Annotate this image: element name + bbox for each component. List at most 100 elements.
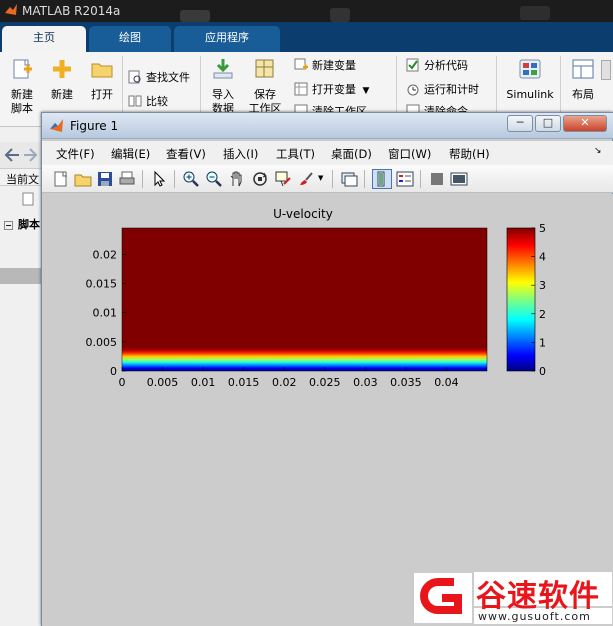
brush-dropdown-icon[interactable]: ▼: [318, 174, 323, 182]
menu-edit[interactable]: 编辑(E): [111, 146, 150, 162]
menu-file[interactable]: 文件(F): [56, 146, 95, 162]
close-button[interactable]: ✕: [563, 115, 607, 132]
open-file-icon[interactable]: [74, 170, 92, 188]
selected-row: [0, 268, 44, 284]
x-tick-label: 0: [119, 376, 126, 389]
legend-icon[interactable]: [396, 170, 414, 188]
compare-label: 比较: [146, 95, 168, 108]
open-variable-label: 打开变量: [312, 83, 356, 96]
zoom-in-icon[interactable]: [182, 170, 200, 188]
colorbar-tick-label: 1: [539, 336, 546, 349]
new-variable-label: 新建变量: [312, 59, 356, 72]
y-tick-label: 0.01: [93, 307, 118, 320]
x-tick-label: 0.02: [272, 376, 297, 389]
file-icon: [22, 192, 34, 206]
y-tick-label: 0.02: [93, 248, 118, 261]
new-variable-button[interactable]: 新建变量: [294, 58, 356, 73]
x-tick-label: 0.01: [191, 376, 216, 389]
run-and-time-icon: [407, 84, 419, 96]
run-and-time-button[interactable]: 运行和计时: [406, 82, 479, 97]
hide-plot-tools-icon[interactable]: [428, 170, 446, 188]
pan-icon[interactable]: [228, 170, 246, 188]
new-script-icon: [13, 59, 32, 79]
menu-insert[interactable]: 插入(I): [223, 146, 258, 162]
dock-arrow-icon[interactable]: ↘: [594, 146, 602, 156]
tab-apps[interactable]: 应用程序: [174, 26, 280, 52]
find-files-button[interactable]: 查找文件: [128, 70, 190, 85]
matlab-titlebar: MATLAB R2014a: [0, 0, 613, 22]
link-plot-icon[interactable]: [340, 170, 358, 188]
current-folder-label: 当前文: [6, 173, 39, 186]
figure-menubar: 文件(F) 编辑(E) 查看(V) 插入(I) 工具(T) 桌面(D) 窗口(W…: [42, 141, 613, 165]
folder-icon: [91, 63, 113, 78]
analyze-code-button[interactable]: 分析代码: [406, 58, 468, 73]
tab-home[interactable]: 主页: [2, 26, 86, 52]
compare-button[interactable]: 比较: [128, 94, 168, 109]
simulink-icon: [519, 59, 541, 79]
maximize-button[interactable]: □: [535, 115, 561, 132]
show-plot-tools-icon[interactable]: [450, 170, 468, 188]
simulink-label: Simulink: [506, 88, 554, 101]
new-script-button[interactable]: 新建 脚本: [6, 58, 38, 116]
layout-button[interactable]: 布局: [566, 58, 600, 102]
save-icon[interactable]: [96, 170, 114, 188]
heatmap-field: [122, 228, 487, 371]
menu-tools[interactable]: 工具(T): [276, 146, 315, 162]
folder-nav-bar: [0, 142, 44, 168]
forward-arrow-icon[interactable]: [24, 148, 38, 162]
x-tick-label: 0.03: [353, 376, 378, 389]
layout-label: 布局: [572, 88, 594, 101]
open-button[interactable]: 打开: [86, 58, 118, 102]
pointer-icon[interactable]: [150, 170, 168, 188]
new-label: 新建: [51, 88, 73, 101]
compare-icon: [128, 95, 142, 107]
import-data-button[interactable]: 导入 数据: [206, 58, 240, 116]
colorbar[interactable]: [506, 227, 536, 372]
print-icon[interactable]: [118, 170, 136, 188]
u-velocity-chart[interactable]: U-velocity 0 0.005 0.01 0.015 0.02 0.025 0.03 0…: [42, 194, 613, 626]
watermark-brand: 谷速软件: [476, 579, 600, 614]
matlab-logo-icon: [5, 4, 17, 15]
open-variable-button[interactable]: 打开变量 ▼: [294, 82, 369, 98]
tab-plots[interactable]: 绘图: [89, 26, 171, 52]
back-arrow-icon[interactable]: [4, 148, 20, 162]
colorbar-tick-label: 4: [539, 251, 546, 264]
brush-icon[interactable]: [297, 170, 315, 188]
menu-help[interactable]: 帮助(H): [449, 146, 490, 162]
ribbon-overflow[interactable]: [601, 60, 611, 80]
collapse-icon[interactable]: −: [4, 221, 13, 230]
layout-icon: [572, 59, 594, 79]
minimize-button[interactable]: ─: [507, 115, 533, 132]
rotate-3d-icon[interactable]: [251, 170, 269, 188]
menu-desktop[interactable]: 桌面(D): [331, 146, 372, 162]
x-tick-label: 0.035: [390, 376, 422, 389]
save-workspace-button[interactable]: 保存 工作区: [246, 58, 284, 116]
menu-view[interactable]: 查看(V): [166, 146, 206, 162]
data-cursor-icon[interactable]: [274, 170, 292, 188]
script-node-label: 脚本: [18, 218, 40, 231]
chart-title: U-velocity: [273, 207, 333, 221]
y-axis-ticks: 0 0.005 0.01 0.015 0.02: [86, 248, 126, 378]
menu-window[interactable]: 窗口(W): [388, 146, 431, 162]
colorbar-tick-label: 5: [539, 222, 546, 235]
dropdown-arrow-icon: ▼: [362, 86, 370, 96]
find-files-icon: [128, 70, 141, 84]
colorbar-icon[interactable]: [372, 169, 392, 189]
figure-title: Figure 1: [70, 119, 119, 133]
import-icon: [213, 59, 233, 79]
simulink-button[interactable]: Simulink: [504, 58, 556, 102]
colorbar-tick-label: 3: [539, 279, 546, 292]
new-variable-icon: [294, 58, 308, 70]
new-figure-icon[interactable]: [52, 170, 70, 188]
run-and-time-label: 运行和计时: [424, 83, 479, 96]
analyze-code-label: 分析代码: [424, 59, 468, 72]
open-label: 打开: [91, 88, 113, 101]
x-tick-label: 0.005: [147, 376, 179, 389]
x-tick-label: 0.025: [309, 376, 341, 389]
ribbon-tab-bar: 主页 绘图 应用程序: [0, 22, 613, 52]
zoom-out-icon[interactable]: [205, 170, 223, 188]
new-button[interactable]: 新建: [46, 58, 78, 102]
script-tree-node[interactable]: − 脚本: [4, 216, 40, 232]
current-folder-header: 当前文: [0, 168, 44, 186]
figure-titlebar: Figure 1 ─ □ ✕: [42, 113, 613, 139]
